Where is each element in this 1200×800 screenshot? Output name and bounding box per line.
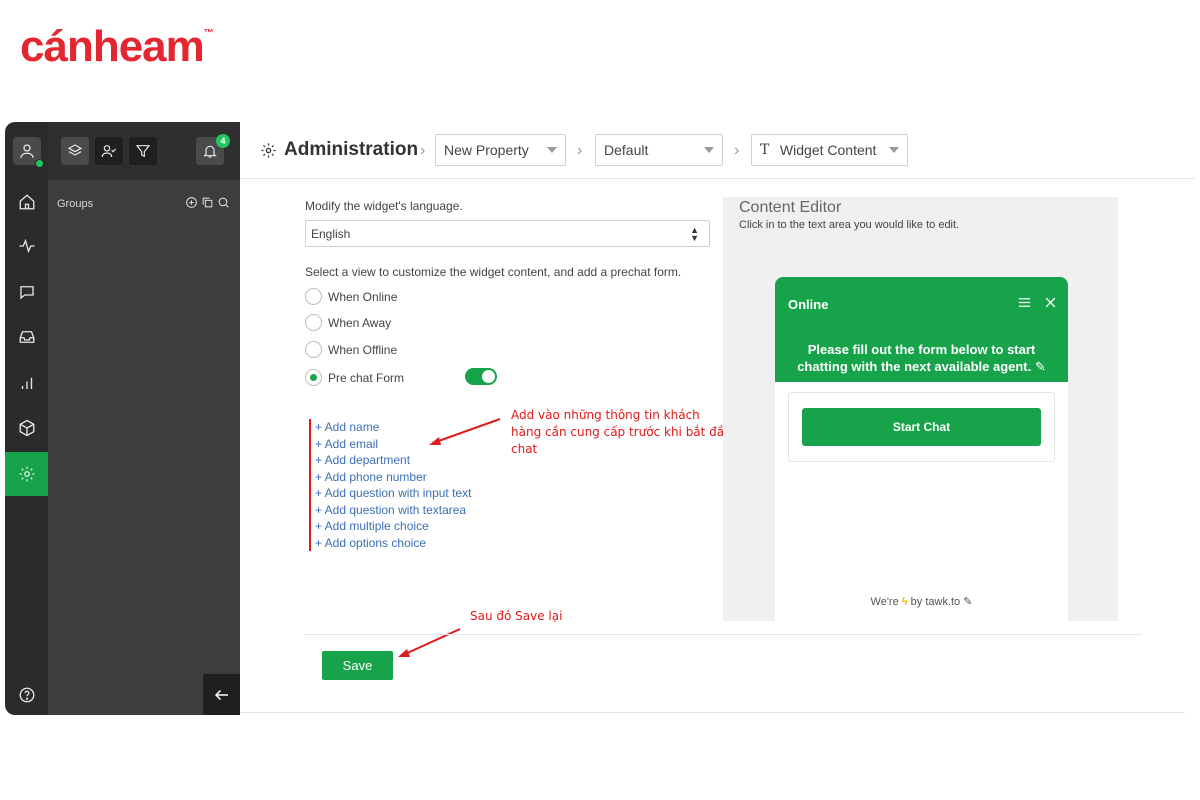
property-dropdown[interactable]: New Property (435, 134, 566, 166)
user-icon (12, 137, 44, 168)
arrow-left-icon (214, 689, 228, 700)
prechat-toggle[interactable] (465, 368, 497, 385)
language-select[interactable]: English ▲ ▼ (305, 220, 710, 247)
chevron-right-icon: › (577, 142, 583, 159)
icon-rail (5, 122, 48, 715)
caret-down-icon (547, 147, 557, 153)
pencil-icon[interactable]: ✎ (963, 596, 972, 608)
content-editor-panel: Content Editor Click in to the text area… (723, 197, 1118, 621)
groups-toolbar: 4 (48, 122, 240, 180)
filter-button[interactable] (129, 137, 157, 165)
brand-logo: cánheam™ (20, 22, 214, 71)
start-chat-button[interactable]: Start Chat (802, 408, 1041, 446)
chat-icon[interactable] (5, 270, 48, 314)
add-fields-note: Add vào những thông tin khách hàng cần c… (511, 408, 732, 456)
caret-down-icon (889, 147, 899, 153)
widget-footer: We're ϟ by tawk.to ✎ (870, 596, 973, 608)
editor-subtitle: Click in to the text area you would like… (739, 219, 960, 231)
menu-icon[interactable] (1017, 295, 1032, 310)
start-chat-card: Start Chat (788, 392, 1055, 462)
groups-label: Groups (57, 198, 94, 210)
widget-message[interactable]: Please fill out the form below to start … (785, 341, 1058, 375)
save-button[interactable]: Save (322, 651, 393, 680)
chevron-right-icon: › (420, 142, 426, 159)
editor-title: Content Editor (739, 199, 842, 216)
radio-when-offline[interactable]: When Offline (305, 341, 397, 358)
radio-circle[interactable] (305, 314, 322, 331)
inbox-icon[interactable] (5, 315, 48, 359)
add-input-question-link[interactable]: + Add question with input text (315, 485, 471, 502)
groups-panel: 4 Groups (48, 122, 240, 715)
radio-circle[interactable] (305, 341, 322, 358)
annotation-arrow (429, 418, 501, 445)
box-icon[interactable] (5, 406, 48, 450)
gear-icon (261, 142, 276, 158)
lightning-icon: ϟ (901, 596, 908, 608)
groups-tools (185, 196, 230, 209)
close-icon[interactable] (1043, 295, 1058, 310)
add-options-choice-link[interactable]: + Add options choice (315, 535, 471, 552)
layers-icon (67, 144, 83, 156)
reports-icon[interactable] (5, 361, 48, 405)
home-icon[interactable] (5, 180, 48, 224)
help-icon[interactable] (5, 673, 48, 717)
activity-icon[interactable] (5, 224, 48, 268)
form-divider (305, 634, 1142, 635)
radio-when-online[interactable]: When Online (305, 288, 397, 305)
add-phone-link[interactable]: + Add phone number (315, 469, 471, 486)
page-header: Administration › New Property › Default … (240, 122, 1195, 179)
add-multiple-choice-link[interactable]: + Add multiple choice (315, 518, 471, 535)
add-department-link[interactable]: + Add department (315, 452, 471, 469)
view-label: Select a view to customize the widget co… (305, 265, 682, 279)
caret-down-icon (704, 147, 714, 153)
save-note: Sau đó Save lại (470, 609, 563, 623)
pencil-icon: ✎ (1034, 359, 1046, 374)
notification-badge: 4 (216, 134, 230, 148)
user-check-icon (101, 145, 117, 158)
page-title: Administration (260, 139, 418, 161)
bell-icon (203, 145, 217, 158)
section-dropdown[interactable]: T Widget Content (751, 134, 908, 166)
language-label: Modify the widget's language. (305, 199, 463, 213)
widget-header-icons (1017, 295, 1058, 310)
filter-icon (135, 145, 151, 158)
select-arrows-icon: ▲ ▼ (690, 225, 699, 243)
chevron-right-icon: › (734, 142, 740, 159)
chat-widget-preview: Online Please fill out the form below to… (775, 277, 1068, 621)
text-type-icon: T (760, 142, 770, 158)
radio-circle[interactable] (305, 369, 322, 386)
layers-button[interactable] (61, 137, 89, 165)
widget-status[interactable]: Online (788, 297, 828, 312)
widget-header: Online Please fill out the form below to… (775, 277, 1068, 382)
notifications-button[interactable]: 4 (196, 134, 230, 165)
online-status-dot (34, 159, 44, 168)
add-circle-icon[interactable] (185, 196, 198, 209)
widget-dropdown[interactable]: Default (595, 134, 723, 166)
copy-icon[interactable] (201, 196, 214, 209)
add-textarea-question-link[interactable]: + Add question with textarea (315, 502, 471, 519)
user-filter-button[interactable] (95, 137, 123, 165)
annotation-arrow (398, 628, 461, 657)
profile-button[interactable] (5, 129, 48, 173)
bottom-border (240, 712, 1185, 713)
settings-icon[interactable] (5, 452, 48, 496)
search-icon[interactable] (217, 196, 230, 209)
radio-circle[interactable] (305, 288, 322, 305)
radio-when-away[interactable]: When Away (305, 314, 391, 331)
collapse-panel-button[interactable] (203, 674, 240, 715)
radio-pre-chat-form[interactable]: Pre chat Form (305, 369, 404, 386)
